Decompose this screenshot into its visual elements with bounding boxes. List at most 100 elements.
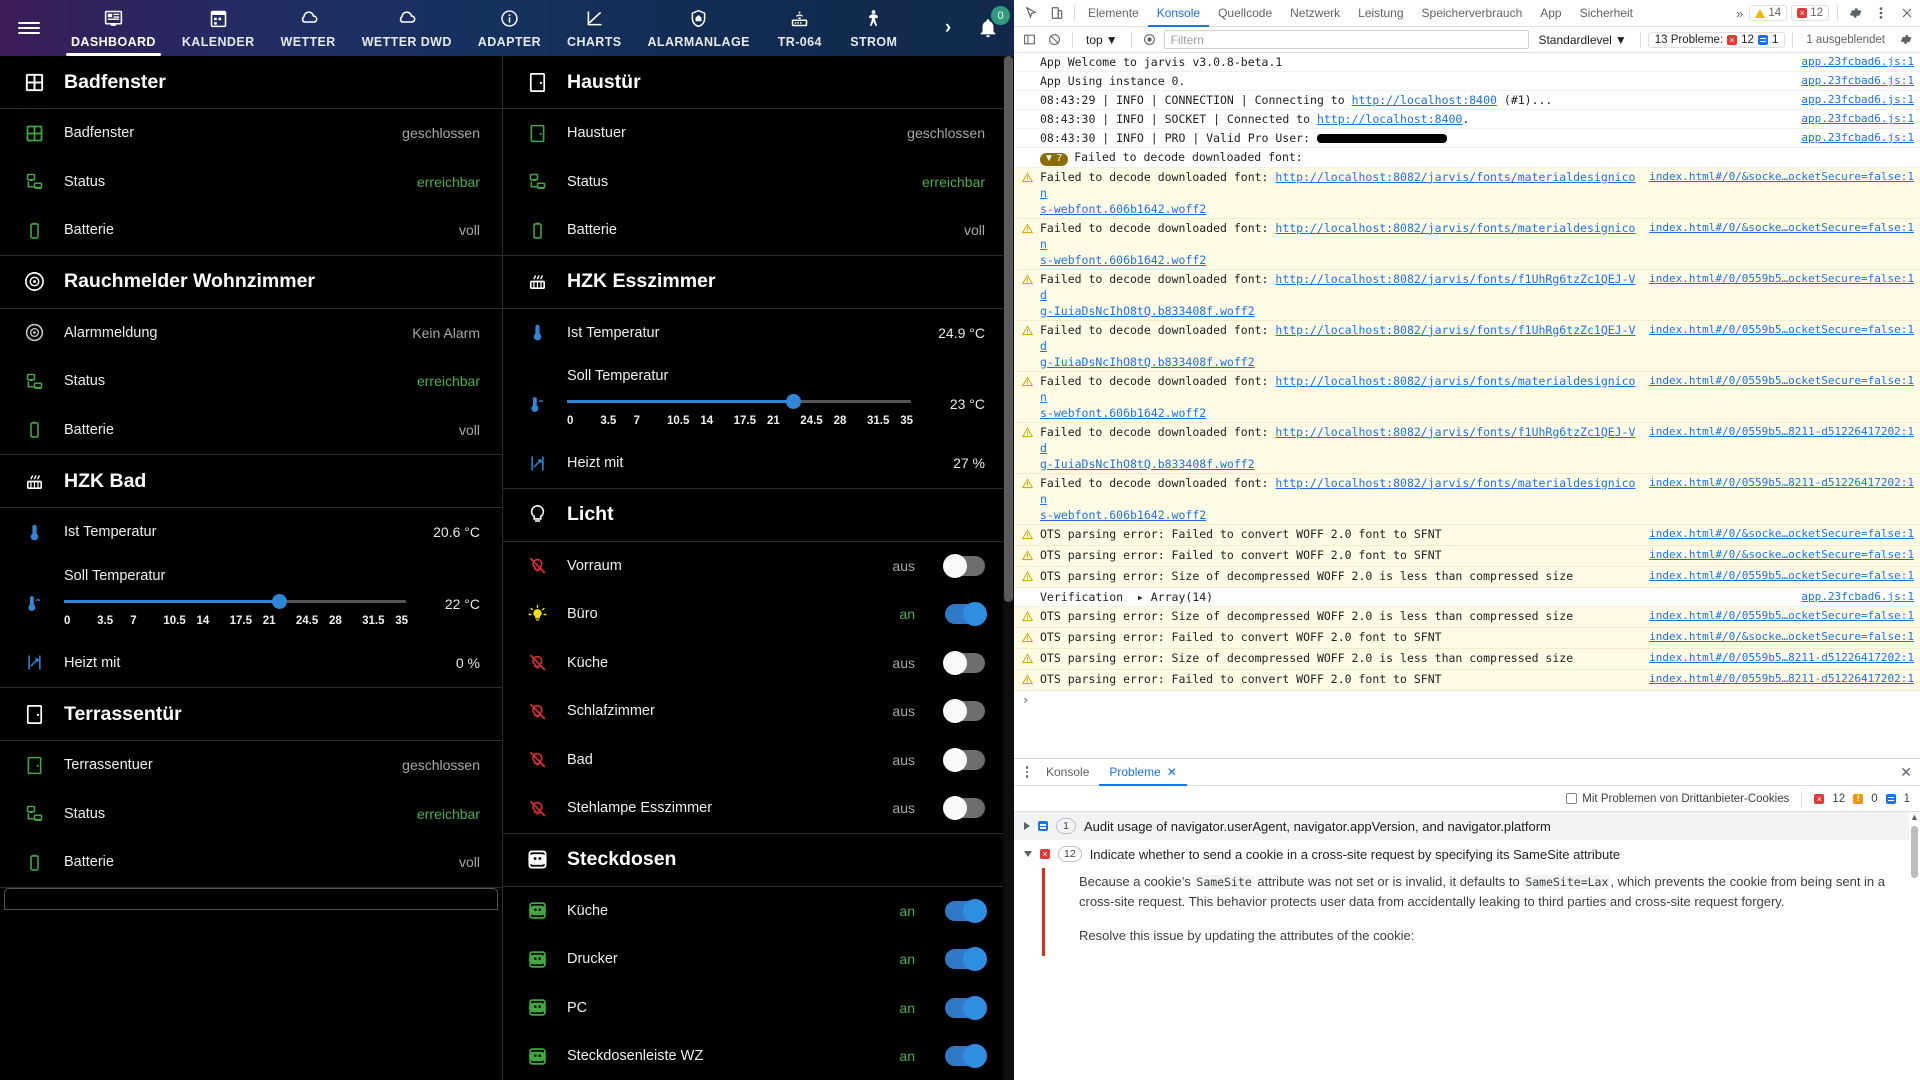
toggle-knob[interactable] <box>943 796 967 821</box>
data-row[interactable]: Status erreichbar <box>0 158 502 207</box>
devtools-tab-konsole[interactable]: Konsole <box>1148 0 1209 27</box>
toggle-switch[interactable] <box>945 602 987 627</box>
toggle-row[interactable]: Schlafzimmer aus <box>503 687 1007 736</box>
toggle-knob[interactable] <box>943 747 967 772</box>
devtools-menu-icon[interactable] <box>1868 1 1894 25</box>
data-row[interactable]: Batterie voll <box>0 838 502 887</box>
toggle-knob[interactable] <box>963 602 987 627</box>
devtools-tab-quellcode[interactable]: Quellcode <box>1209 0 1281 27</box>
scrollbar-thumb[interactable] <box>1004 56 1013 602</box>
toggle-switch[interactable] <box>943 747 985 772</box>
nav-tab-wetter[interactable]: WETTER <box>268 0 349 56</box>
toggle-row[interactable]: Küche aus <box>503 639 1007 688</box>
console-line[interactable]: OTS parsing error: Size of decompressed … <box>1014 566 1920 588</box>
console-line[interactable]: Failed to decode downloaded font: http:/… <box>1014 269 1920 321</box>
data-row[interactable]: Batterie voll <box>503 206 1007 255</box>
data-row[interactable]: Batterie voll <box>0 206 502 255</box>
toggle-switch[interactable] <box>945 947 987 972</box>
collapse-triangle-icon[interactable] <box>1024 851 1032 857</box>
console-line[interactable]: OTS parsing error: Size of decompressed … <box>1014 648 1920 670</box>
console-line[interactable]: OTS parsing error: Failed to convert WOF… <box>1014 524 1920 546</box>
console-line[interactable]: 08:43:29 | INFO | CONNECTION | Connectin… <box>1014 91 1920 110</box>
inspect-element-icon[interactable] <box>1018 1 1044 25</box>
console-filter-input[interactable] <box>1163 30 1530 49</box>
console-source-link[interactable]: index.html#/0/&socke…ocketSecure=false:1 <box>1639 629 1920 645</box>
toggle-row[interactable]: Küche an <box>503 887 1007 936</box>
console-line[interactable]: Failed to decode downloaded font: http:/… <box>1014 371 1920 423</box>
nav-tab-adapter[interactable]: ADAPTER <box>465 0 554 56</box>
console-link-2[interactable]: s-webfont.606b1642.woff2 <box>1040 508 1206 522</box>
toggle-switch[interactable] <box>943 699 985 724</box>
console-line[interactable]: OTS parsing error: Failed to convert WOF… <box>1014 627 1920 649</box>
slider-track[interactable] <box>567 391 911 417</box>
nav-tab-charts[interactable]: CHARTS <box>554 0 634 56</box>
data-row[interactable]: Terrassentuer geschlossen <box>0 741 502 790</box>
console-link-2[interactable]: s-webfont.606b1642.woff2 <box>1040 253 1206 267</box>
nav-tab-kalender[interactable]: KALENDER <box>169 0 268 56</box>
console-source-link[interactable]: app.23fcbad6.js:1 <box>1791 54 1920 70</box>
issue-row-2[interactable]: 12 Indicate whether to send a cookie in … <box>1014 840 1920 868</box>
problems-summary-button[interactable]: 13 Probleme: 12 1 <box>1647 31 1786 48</box>
console-source-link[interactable]: index.html#/0/0559b5…ocketSecure=false:1 <box>1639 608 1920 624</box>
toggle-row[interactable]: Stehlampe Esszimmer aus <box>503 784 1007 833</box>
console-source-link[interactable]: app.23fcbad6.js:1 <box>1791 589 1920 605</box>
console-settings-gear-icon[interactable] <box>1894 29 1916 51</box>
toggle-knob[interactable] <box>963 995 987 1020</box>
js-context-select[interactable]: top ▼ <box>1080 33 1124 47</box>
drawer-tab-probleme[interactable]: Probleme ✕ <box>1099 759 1186 786</box>
live-expression-icon[interactable] <box>1139 29 1161 51</box>
devtools-tab-leistung[interactable]: Leistung <box>1349 0 1412 27</box>
console-line[interactable]: Failed to decode downloaded font: http:/… <box>1014 320 1920 372</box>
scroll-up-icon[interactable]: ▲ <box>1909 812 1920 822</box>
data-row[interactable]: Ist Temperatur 20.6 °C <box>0 508 502 557</box>
toggle-knob[interactable] <box>963 898 987 923</box>
log-level-select[interactable]: Standardlevel ▼ <box>1532 33 1632 47</box>
console-source-link[interactable]: index.html#/0/0559b5…8211-d51226417202:1 <box>1639 671 1920 687</box>
toggle-knob[interactable] <box>943 650 967 675</box>
slider-thumb[interactable] <box>271 593 287 609</box>
console-line[interactable]: Failed to decode downloaded font: http:/… <box>1014 473 1920 525</box>
toggle-row[interactable]: Bad aus <box>503 736 1007 785</box>
drawer-close-icon[interactable]: ✕ <box>1892 764 1920 781</box>
console-link-2[interactable]: g-IuiaDsNcIhO8tQ.b833408f.woff2 <box>1040 304 1255 318</box>
data-row[interactable]: Heizt mit 27 % <box>503 439 1007 488</box>
console-source-link[interactable]: index.html#/0/0559b5…ocketSecure=false:1 <box>1639 271 1920 287</box>
console-sidebar-icon[interactable] <box>1018 29 1040 51</box>
settings-gear-icon[interactable] <box>1842 1 1868 25</box>
issue-row-1[interactable]: 1 Audit usage of navigator.userAgent, na… <box>1014 812 1920 840</box>
data-row[interactable]: Badfenster geschlossen <box>0 109 502 158</box>
nav-tab-alarmanlage[interactable]: ALARMANLAGE <box>635 0 763 56</box>
console-link-2[interactable]: s-webfont.606b1642.woff2 <box>1040 406 1206 420</box>
data-row[interactable]: Status erreichbar <box>0 357 502 406</box>
toggle-knob[interactable] <box>943 553 967 578</box>
toggle-switch[interactable] <box>945 995 987 1020</box>
console-line[interactable]: 08:43:30 | INFO | SOCKET | Connected to … <box>1014 110 1920 129</box>
console-line[interactable]: OTS parsing error: Size of decompressed … <box>1014 606 1920 628</box>
data-row[interactable]: Heizt mit 0 % <box>0 639 502 688</box>
toggle-switch[interactable] <box>943 796 985 821</box>
devtools-tab-sicherheit[interactable]: Sicherheit <box>1571 0 1642 27</box>
toggle-knob[interactable] <box>963 1044 987 1069</box>
issues-scrollbar-thumb[interactable] <box>1911 826 1918 878</box>
console-link-2[interactable]: g-IuiaDsNcIhO8tQ.b833408f.woff2 <box>1040 457 1255 471</box>
nav-tab-wetter-dwd[interactable]: WETTER DWD <box>349 0 465 56</box>
console-source-link[interactable]: index.html#/0/0559b5…8211-d51226417202:1 <box>1639 475 1920 491</box>
slider-thumb[interactable] <box>786 394 802 409</box>
third-party-cookies-checkbox[interactable]: Mit Problemen von Drittanbieter-Cookies <box>1566 793 1789 805</box>
toggle-switch[interactable] <box>943 553 985 578</box>
issues-scrollbar[interactable]: ▲ <box>1909 812 1920 1080</box>
menu-button[interactable] <box>0 0 58 56</box>
toggle-row[interactable]: PC an <box>503 984 1007 1033</box>
console-source-link[interactable]: app.23fcbad6.js:1 <box>1791 130 1920 146</box>
more-tabs-icon[interactable]: » <box>1730 6 1749 21</box>
toggle-knob[interactable] <box>963 947 987 972</box>
console-source-link[interactable]: index.html#/0/0559b5…ocketSecure=false:1 <box>1639 373 1920 389</box>
console-link[interactable]: http://localhost:8400 <box>1352 93 1497 107</box>
console-link[interactable]: http://localhost:8400 <box>1317 112 1462 126</box>
devtools-tab-speicherverbrauch[interactable]: Speicherverbrauch <box>1413 0 1532 27</box>
console-source-link[interactable]: index.html#/0/0559b5…8211-d51226417202:1 <box>1639 424 1920 440</box>
data-row[interactable]: Status erreichbar <box>0 790 502 839</box>
console-source-link[interactable]: app.23fcbad6.js:1 <box>1791 111 1920 127</box>
dashboard-scrollbar[interactable] <box>1003 56 1014 1080</box>
console-source-link[interactable]: index.html#/0/&socke…ocketSecure=false:1 <box>1639 220 1920 236</box>
